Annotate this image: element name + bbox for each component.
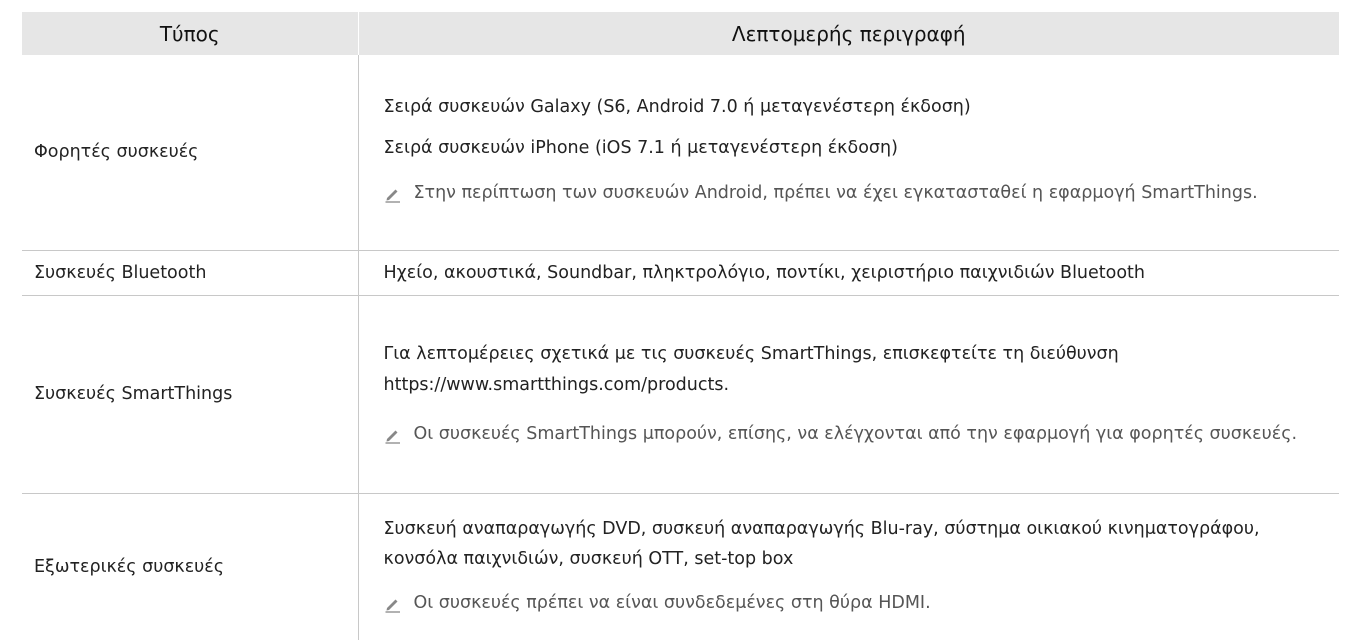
description-cell: Για λεπτομέρειες σχετικά με τις συσκευές… <box>358 296 1339 494</box>
note: Στην περίπτωση των συσκευών Android, πρέ… <box>384 182 1328 210</box>
table-row: Φορητές συσκευές Σειρά συσκευών Galaxy (… <box>22 55 1339 251</box>
note: Οι συσκευές SmartThings μπορούν, επίσης,… <box>384 423 1328 451</box>
table-row: Συσκευές Bluetooth Ηχείο, ακουστικά, Sou… <box>22 251 1339 296</box>
device-type-cell: Εξωτερικές συσκευές <box>22 494 358 640</box>
table-row: Συσκευές SmartThings Για λεπτομέρειες σχ… <box>22 296 1339 494</box>
table-header-row: Τύπος Λεπτομερής περιγραφή <box>22 12 1339 55</box>
table-row: Εξωτερικές συσκευές Συσκευή αναπαραγωγής… <box>22 494 1339 640</box>
column-header-description: Λεπτομερής περιγραφή <box>358 12 1339 55</box>
note-text: Οι συσκευές πρέπει να είναι συνδεδεμένες… <box>414 587 931 620</box>
column-header-type: Τύπος <box>22 12 358 55</box>
description-line: Για λεπτομέρειες σχετικά με τις συσκευές… <box>384 339 1328 401</box>
pencil-note-icon <box>384 182 414 210</box>
description-line: Ηχείο, ακουστικά, Soundbar, πληκτρολόγιο… <box>384 262 1328 285</box>
device-type-cell: Συσκευές Bluetooth <box>22 251 358 296</box>
description-cell: Συσκευή αναπαραγωγής DVD, συσκευή αναπαρ… <box>358 494 1339 640</box>
description-line: Σειρά συσκευών iPhone (iOS 7.1 ή μεταγεν… <box>384 137 1328 160</box>
device-type-cell: Συσκευές SmartThings <box>22 296 358 494</box>
note-text: Στην περίπτωση των συσκευών Android, πρέ… <box>414 177 1258 210</box>
description-line: Συσκευή αναπαραγωγής DVD, συσκευή αναπαρ… <box>384 514 1328 574</box>
description-cell: Ηχείο, ακουστικά, Soundbar, πληκτρολόγιο… <box>358 251 1339 296</box>
description-line: Σειρά συσκευών Galaxy (S6, Android 7.0 ή… <box>384 96 1328 119</box>
pencil-note-icon <box>384 423 414 451</box>
note: Οι συσκευές πρέπει να είναι συνδεδεμένες… <box>384 592 1328 620</box>
pencil-note-icon <box>384 592 414 620</box>
device-type-table: Τύπος Λεπτομερής περιγραφή Φορητές συσκε… <box>22 12 1339 640</box>
device-type-cell: Φορητές συσκευές <box>22 55 358 251</box>
note-text: Οι συσκευές SmartThings μπορούν, επίσης,… <box>414 418 1298 451</box>
description-cell: Σειρά συσκευών Galaxy (S6, Android 7.0 ή… <box>358 55 1339 251</box>
